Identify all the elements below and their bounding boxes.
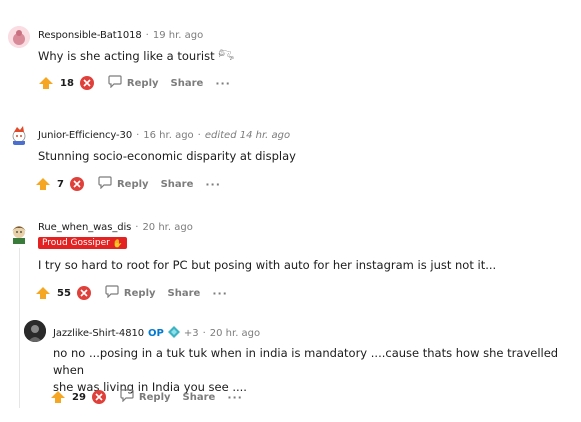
- op-badge: OP: [147, 328, 164, 339]
- reply-button[interactable]: Reply: [108, 75, 159, 91]
- avatar[interactable]: [8, 26, 30, 48]
- vote-count: 29: [72, 391, 86, 403]
- reply-button[interactable]: Reply: [105, 285, 156, 301]
- share-button[interactable]: Share: [168, 288, 201, 299]
- comment-4: Jazzlike-Shirt-4810 OP +3 · 20 hr. ago n…: [0, 310, 581, 422]
- comment-actions: 7 Reply Share ···: [35, 176, 221, 192]
- username[interactable]: Jazzlike-Shirt-4810: [53, 328, 144, 339]
- username[interactable]: Responsible-Bat1018: [38, 30, 142, 41]
- share-button[interactable]: Share: [171, 78, 204, 89]
- upvote-icon[interactable]: [38, 76, 54, 90]
- more-options-button[interactable]: ···: [205, 178, 221, 191]
- comment-meta: Responsible-Bat1018 · 19 hr. ago: [38, 30, 204, 41]
- reply-button[interactable]: Reply: [98, 176, 149, 192]
- achievement-icon: [167, 326, 180, 341]
- timestamp[interactable]: 19 hr. ago: [153, 30, 203, 41]
- share-button[interactable]: Share: [183, 392, 216, 403]
- reply-icon: [105, 285, 119, 301]
- comment-text: Stunning socio-economic disparity at dis…: [38, 149, 296, 163]
- reply-icon: [120, 389, 134, 405]
- comment-actions: 29 Reply Share ···: [50, 389, 243, 405]
- downvote-icon[interactable]: [79, 76, 94, 90]
- avatar[interactable]: [24, 320, 46, 342]
- avatar[interactable]: [8, 222, 30, 244]
- more-options-button[interactable]: ···: [215, 77, 231, 90]
- comment-text: Why is she acting like a tourist 𓀐: [38, 49, 235, 63]
- vote-count: 55: [57, 287, 71, 299]
- vote-count: 18: [60, 77, 74, 89]
- comment-1: Responsible-Bat1018 · 19 hr. ago Why is …: [0, 0, 581, 100]
- vote-count: 7: [57, 178, 64, 190]
- share-button[interactable]: Share: [161, 179, 194, 190]
- comment-meta: Junior-Efficiency-30 · 16 hr. ago · edit…: [38, 130, 291, 141]
- downvote-icon[interactable]: [76, 286, 91, 300]
- reply-icon: [98, 176, 112, 192]
- reply-button[interactable]: Reply: [120, 389, 171, 405]
- user-flair: Proud Gossiper ✋: [38, 237, 127, 249]
- more-options-button[interactable]: ···: [227, 391, 243, 404]
- comment-2: Junior-Efficiency-30 · 16 hr. ago · edit…: [0, 100, 581, 200]
- hand-icon: ✋: [112, 238, 123, 248]
- timestamp[interactable]: 20 hr. ago: [210, 328, 260, 339]
- comment-meta: Rue_when_was_dis · 20 hr. ago: [38, 222, 193, 233]
- reply-icon: [108, 75, 122, 91]
- timestamp[interactable]: 20 hr. ago: [142, 222, 192, 233]
- downvote-icon[interactable]: [91, 390, 106, 404]
- comment-meta: Jazzlike-Shirt-4810 OP +3 · 20 hr. ago: [53, 326, 261, 341]
- upvote-icon[interactable]: [50, 390, 66, 404]
- achievement-count: +3: [183, 328, 199, 339]
- comment-actions: 55 Reply Share ···: [35, 285, 228, 301]
- more-options-button[interactable]: ···: [212, 287, 228, 300]
- edited-label: edited 14 hr. ago: [204, 130, 291, 141]
- downvote-icon[interactable]: [69, 177, 84, 191]
- comment-3: Rue_when_was_dis · 20 hr. ago Proud Goss…: [0, 200, 581, 310]
- upvote-icon[interactable]: [35, 286, 51, 300]
- comment-actions: 18 Reply Share ···: [38, 75, 231, 91]
- avatar[interactable]: [8, 124, 30, 146]
- upvote-icon[interactable]: [35, 177, 51, 191]
- username[interactable]: Rue_when_was_dis: [38, 222, 131, 233]
- timestamp[interactable]: 16 hr. ago: [143, 130, 193, 141]
- username[interactable]: Junior-Efficiency-30: [38, 130, 132, 141]
- comment-text: I try so hard to root for PC but posing …: [38, 258, 497, 272]
